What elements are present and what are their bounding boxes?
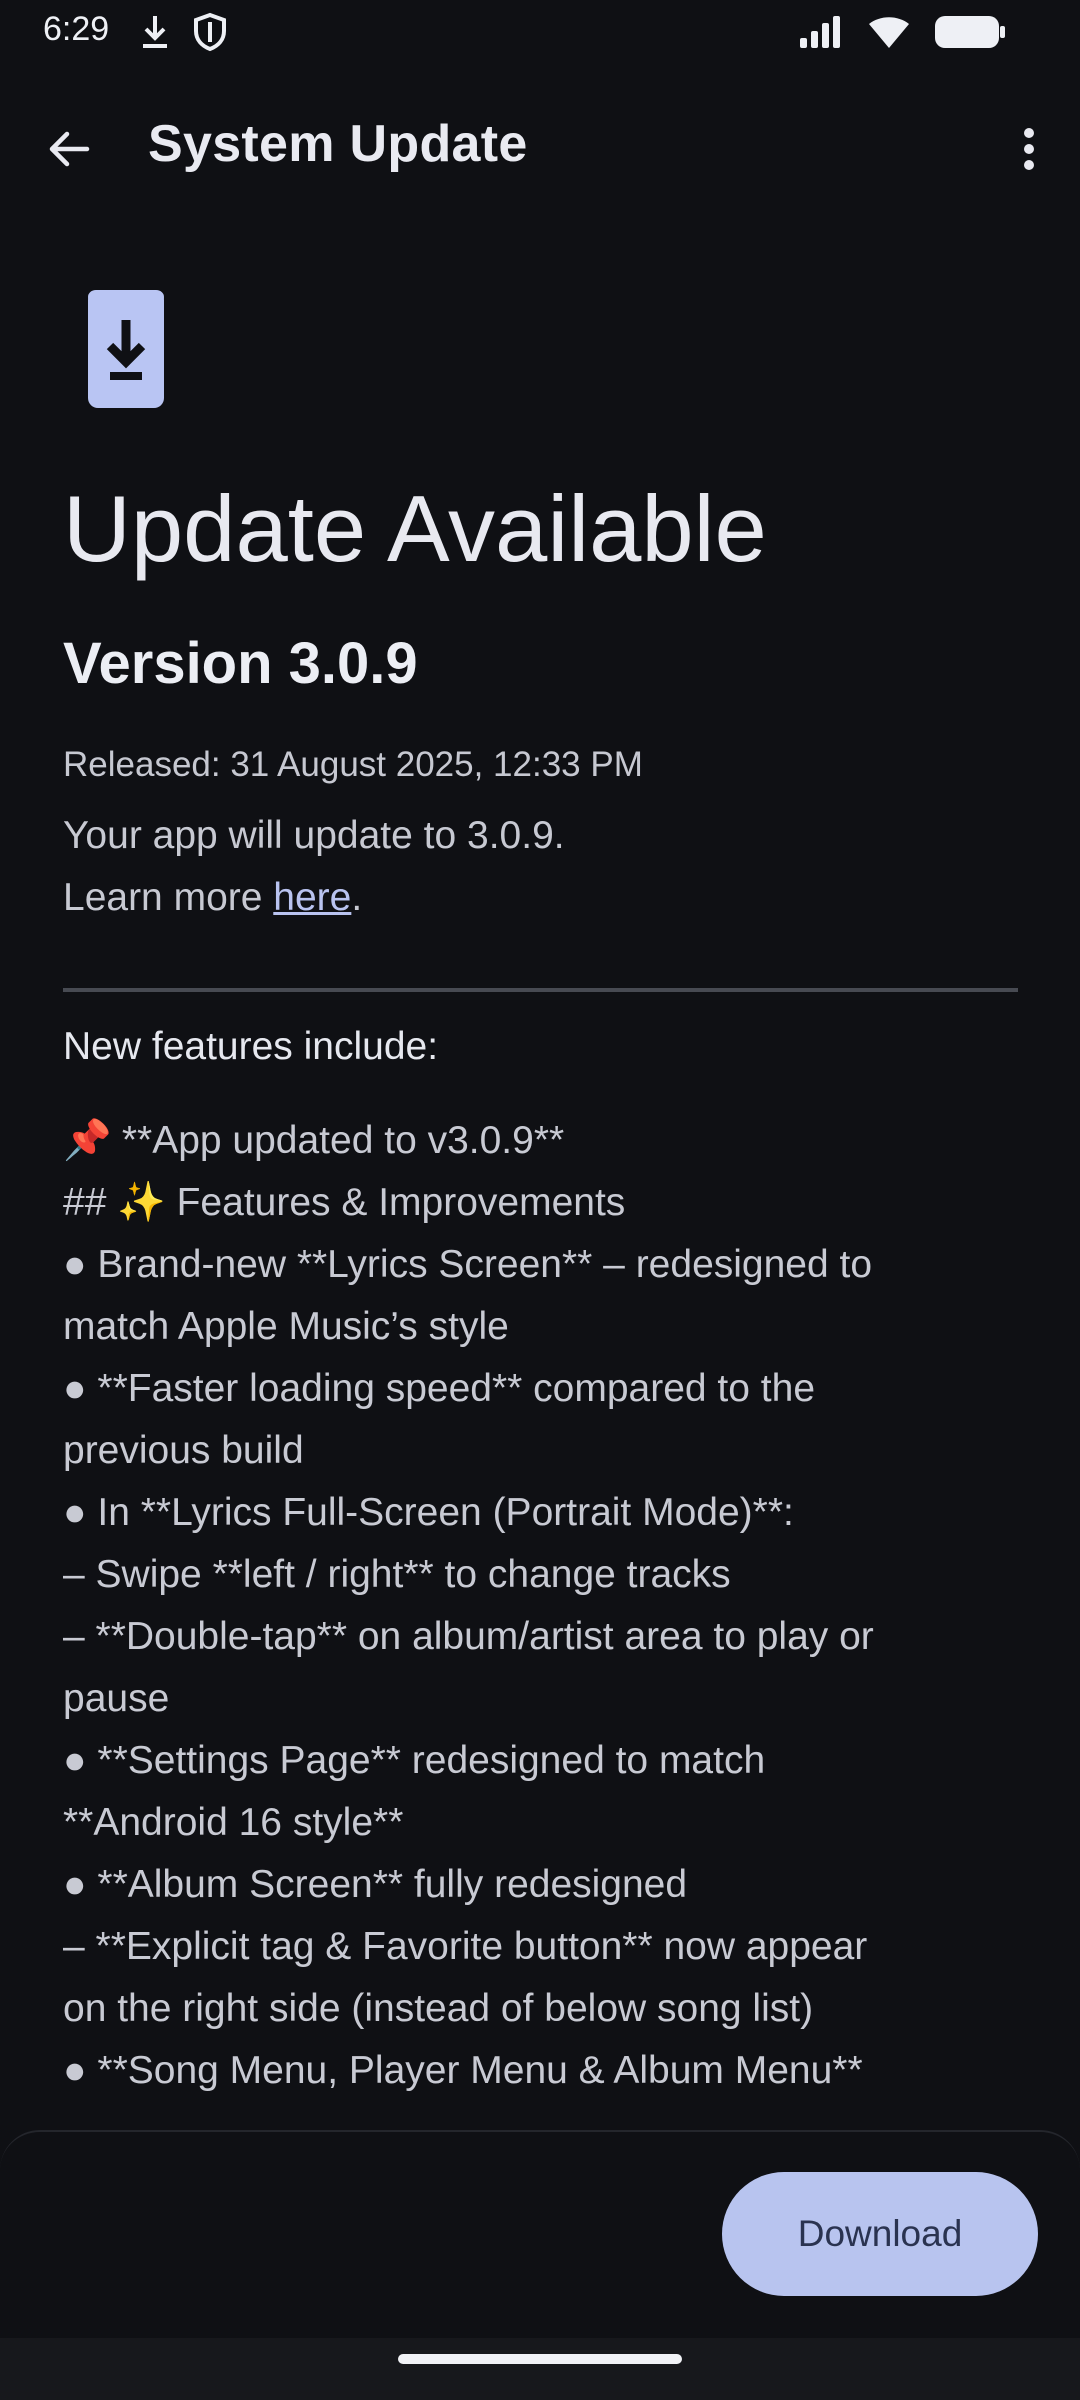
learn-more-line: Learn more here. xyxy=(63,867,565,929)
system-update-icon xyxy=(88,290,164,413)
gesture-handle[interactable] xyxy=(398,2354,682,2364)
wifi-icon xyxy=(866,14,912,55)
release-notes: 📌 **App updated to v3.0.9** ## ✨ Feature… xyxy=(63,1110,1018,2102)
download-status-icon xyxy=(138,12,172,57)
release-note-line: ● **Settings Page** redesigned to match xyxy=(63,1739,766,1782)
release-note-line: – **Explicit tag & Favorite button** now… xyxy=(63,1925,868,1968)
release-note-line: – **Double-tap** on album/artist area to… xyxy=(63,1615,874,1658)
update-headline: Update Available xyxy=(63,476,767,581)
description-line: Your app will update to 3.0.9. xyxy=(63,814,565,857)
back-button[interactable] xyxy=(36,116,102,182)
update-description: Your app will update to 3.0.9. Learn mor… xyxy=(63,805,565,929)
divider xyxy=(63,988,1018,992)
release-note-line: on the right side (instead of below song… xyxy=(63,1987,814,2030)
page-title: System Update xyxy=(148,115,528,173)
learn-more-prefix: Learn more xyxy=(63,876,274,919)
release-note-line: ● Brand-new **Lyrics Screen** – redesign… xyxy=(63,1243,873,1286)
app-bar: System Update xyxy=(0,100,1080,196)
release-date: Released: 31 August 2025, 12:33 PM xyxy=(63,745,643,784)
release-note-line: ● In **Lyrics Full-Screen (Portrait Mode… xyxy=(63,1491,794,1534)
version-label: Version 3.0.9 xyxy=(63,631,418,696)
release-note-line: ● **Song Menu, Player Menu & Album Menu*… xyxy=(63,2049,863,2092)
release-note-line: **Android 16 style** xyxy=(63,1801,404,1844)
release-note-line: – Swipe **left / right** to change track… xyxy=(63,1553,731,1596)
bottom-action-panel: Download xyxy=(0,2130,1080,2342)
status-left-icons xyxy=(138,12,228,57)
learn-more-link[interactable]: here xyxy=(273,876,351,919)
release-note-line: pause xyxy=(63,1677,170,1720)
release-note-line: 📌 **App updated to v3.0.9** xyxy=(63,1110,1018,1172)
screen: 6:29 System Update Update Available Vers… xyxy=(0,0,1080,2400)
more-options-button[interactable] xyxy=(996,116,1062,182)
status-bar: 6:29 xyxy=(0,0,1080,66)
release-note-line: ## ✨ Features & Improvements xyxy=(63,1181,626,1224)
learn-more-suffix: . xyxy=(351,876,363,919)
signal-icon xyxy=(798,14,844,55)
battery-icon xyxy=(934,14,1006,55)
download-button[interactable]: Download xyxy=(722,2172,1038,2296)
navigation-bar xyxy=(0,2338,1080,2400)
release-note-line: match Apple Music’s style xyxy=(63,1305,509,1348)
release-note-text: **App updated to v3.0.9** xyxy=(111,1119,565,1162)
release-note-line: previous build xyxy=(63,1429,304,1472)
release-note-line: ● **Album Screen** fully redesigned xyxy=(63,1863,688,1906)
pushpin-icon: 📌 xyxy=(63,1119,112,1162)
features-heading: New features include: xyxy=(63,1025,439,1068)
shield-icon xyxy=(192,12,228,57)
release-note-line: ● **Faster loading speed** compared to t… xyxy=(63,1367,816,1410)
status-right-icons xyxy=(798,14,1006,55)
more-vert-icon xyxy=(1024,128,1034,170)
status-time: 6:29 xyxy=(43,10,110,48)
arrow-back-icon xyxy=(49,131,90,167)
